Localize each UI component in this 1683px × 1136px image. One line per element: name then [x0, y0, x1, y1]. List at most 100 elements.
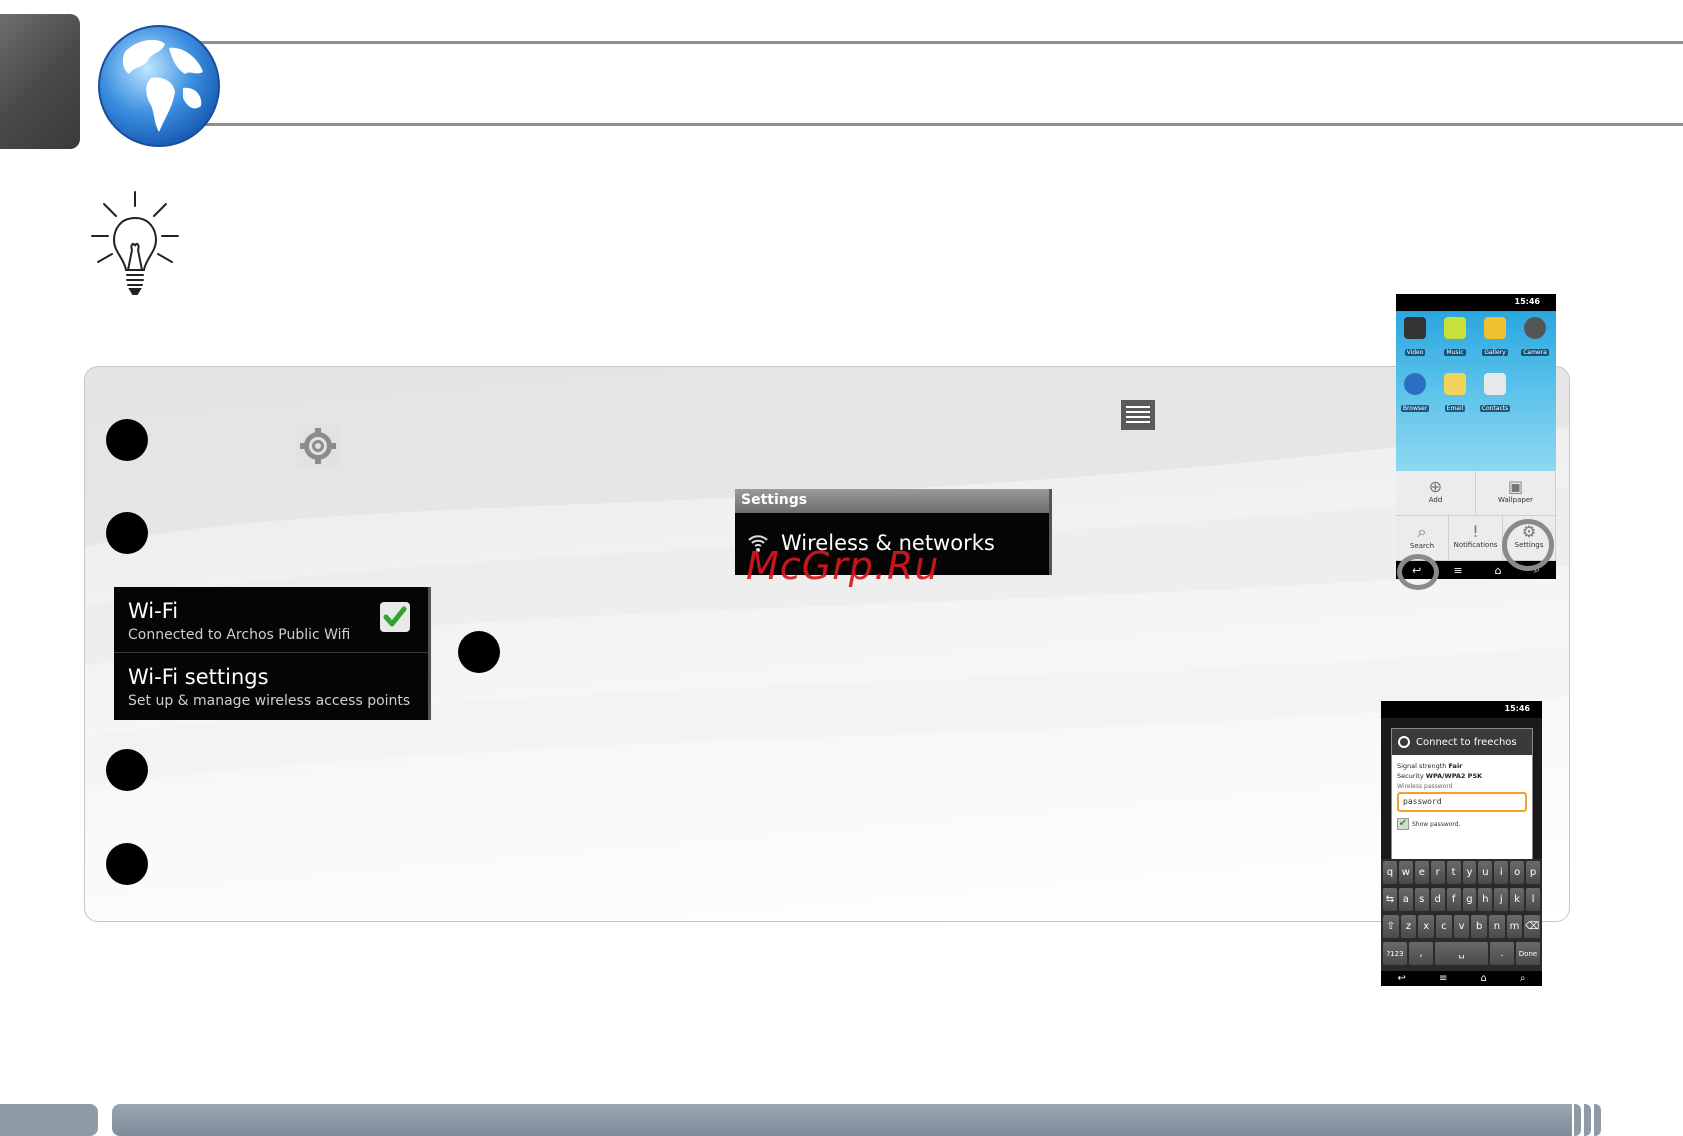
step-bullet-4 — [106, 749, 148, 791]
key-l[interactable]: l — [1526, 888, 1541, 911]
key-o[interactable]: o — [1510, 861, 1525, 884]
keyboard-row-1: qwertyuiop — [1381, 859, 1542, 886]
key-f[interactable]: f — [1446, 888, 1461, 911]
header-rule-bottom — [200, 123, 1683, 126]
step-bullet-5 — [106, 843, 148, 885]
phone-connect-screenshot: 15:46 Connect to freechos Signal strengt… — [1381, 701, 1542, 986]
key-j[interactable]: j — [1494, 888, 1509, 911]
key-comma[interactable]: , — [1409, 942, 1434, 965]
home-icon[interactable]: ⌂ — [1480, 973, 1486, 984]
show-password-checkbox[interactable]: ✔ Show password. — [1392, 812, 1532, 836]
key-m[interactable]: m — [1506, 915, 1523, 938]
wifi-checkbox[interactable] — [380, 602, 410, 632]
key-b[interactable]: b — [1471, 915, 1488, 938]
settings-header: Settings — [735, 489, 1049, 513]
search-key-icon[interactable]: ⌕ — [1520, 973, 1526, 984]
menu-add[interactable]: ⊕ Add — [1396, 471, 1476, 516]
app-video[interactable]: Video — [1398, 317, 1432, 358]
key-y[interactable]: y — [1462, 861, 1477, 884]
wifi-toggle-item[interactable]: Wi-Fi Connected to Archos Public Wifi — [114, 587, 428, 653]
footer-bar — [112, 1104, 1572, 1136]
key-i[interactable]: i — [1494, 861, 1509, 884]
menu-notifications[interactable]: ! Notifications — [1449, 516, 1503, 561]
app-email[interactable]: Email — [1438, 373, 1472, 414]
key-space[interactable]: ␣ — [1435, 942, 1488, 965]
watermark: McGrp.Ru — [746, 544, 940, 588]
wifi-settings-title: Wi-Fi settings — [128, 665, 269, 689]
section-tab — [0, 14, 80, 149]
wifi-screen-snippet: Wi-Fi Connected to Archos Public Wifi Wi… — [114, 587, 431, 720]
footer-stripes — [1574, 1104, 1604, 1136]
key-tab[interactable]: ⇆ — [1383, 888, 1397, 911]
key-backspace[interactable]: ⌫ — [1524, 915, 1541, 938]
password-field[interactable]: password — [1397, 792, 1527, 812]
check-icon: ✔ — [1397, 818, 1409, 830]
app-music[interactable]: Music — [1438, 317, 1472, 358]
home-screen: Video Music Gallery Camera Browser Email… — [1396, 311, 1556, 471]
lightbulb-icon — [91, 191, 179, 295]
app-gallery[interactable]: Gallery — [1478, 317, 1512, 358]
status-bar-time: 15:46 — [1396, 294, 1556, 311]
soft-keyboard: qwertyuiop ⇆ a s d f g h j k l ⇧ z x c v b n m ⌫ ?123 , ␣… — [1381, 859, 1542, 971]
app-browser[interactable]: Browser — [1398, 373, 1432, 414]
password-label: Wireless password — [1397, 783, 1453, 790]
wifi-settings-subtitle: Set up & manage wireless access points — [128, 693, 411, 709]
dialog-title: Connect to freechos — [1416, 736, 1517, 748]
key-done[interactable]: Done — [1515, 942, 1540, 965]
keyboard-row-3: ⇧ z x c v b n m ⌫ — [1381, 913, 1542, 940]
wallpaper-icon: ▣ — [1507, 477, 1524, 496]
step-bullet-2 — [106, 512, 148, 554]
key-shift[interactable]: ⇧ — [1383, 915, 1399, 938]
app-camera[interactable]: Camera — [1518, 317, 1552, 358]
key-n[interactable]: n — [1489, 915, 1505, 938]
notifications-icon: ! — [1472, 522, 1479, 541]
key-p[interactable]: p — [1526, 861, 1541, 884]
key-w[interactable]: w — [1398, 861, 1413, 884]
footer-tab — [0, 1104, 98, 1136]
step-bullet-1 — [106, 419, 148, 461]
key-g[interactable]: g — [1462, 888, 1477, 911]
key-c[interactable]: c — [1436, 915, 1452, 938]
highlight-ring-settings — [1502, 519, 1554, 571]
wifi-title: Wi-Fi — [128, 599, 179, 623]
manual-page: Settings Wireless & networks McGrp.Ru Wi… — [0, 0, 1683, 1136]
wifi-dialog-icon — [1398, 736, 1410, 748]
settings-gear-icon — [297, 425, 339, 467]
app-contacts[interactable]: Contacts — [1478, 373, 1512, 414]
home-icon[interactable]: ⌂ — [1495, 564, 1502, 577]
highlight-ring-back — [1397, 554, 1439, 590]
back-icon[interactable]: ↩ — [1398, 973, 1406, 984]
key-symbols[interactable]: ?123 — [1383, 942, 1408, 965]
add-icon: ⊕ — [1428, 477, 1443, 496]
connect-dialog: Connect to freechos Signal strength Fair… — [1391, 728, 1533, 863]
key-u[interactable]: u — [1478, 861, 1493, 884]
header-rule-top — [200, 41, 1683, 44]
keyboard-row-4: ?123 , ␣ . Done — [1381, 940, 1542, 967]
menu-icon — [1121, 400, 1155, 430]
key-e[interactable]: e — [1414, 861, 1429, 884]
key-d[interactable]: d — [1430, 888, 1445, 911]
wifi-settings-item[interactable]: Wi-Fi settings Set up & manage wireless … — [114, 653, 428, 719]
globe-icon — [98, 25, 220, 147]
key-period[interactable]: . — [1489, 942, 1514, 965]
key-s[interactable]: s — [1414, 888, 1429, 911]
key-a[interactable]: a — [1398, 888, 1413, 911]
key-x[interactable]: x — [1418, 915, 1435, 938]
keyboard-row-2: ⇆ a s d f g h j k l — [1381, 886, 1542, 913]
menu-key-icon[interactable]: ≡ — [1453, 564, 1462, 577]
check-icon — [383, 606, 407, 627]
key-t[interactable]: t — [1446, 861, 1461, 884]
key-q[interactable]: q — [1383, 861, 1397, 884]
menu-key-icon[interactable]: ≡ — [1439, 973, 1447, 984]
key-h[interactable]: h — [1478, 888, 1493, 911]
key-k[interactable]: k — [1510, 888, 1525, 911]
wifi-subtitle: Connected to Archos Public Wifi — [128, 627, 351, 643]
step-bullet-3 — [458, 631, 500, 673]
key-r[interactable]: r — [1430, 861, 1445, 884]
key-v[interactable]: v — [1453, 915, 1470, 938]
menu-wallpaper[interactable]: ▣ Wallpaper — [1476, 471, 1556, 516]
phone-nav-bar-2: ↩ ≡ ⌂ ⌕ — [1381, 971, 1542, 986]
status-bar-time-2: 15:46 — [1381, 701, 1542, 718]
search-icon: ⌕ — [1417, 522, 1427, 541]
key-z[interactable]: z — [1400, 915, 1417, 938]
